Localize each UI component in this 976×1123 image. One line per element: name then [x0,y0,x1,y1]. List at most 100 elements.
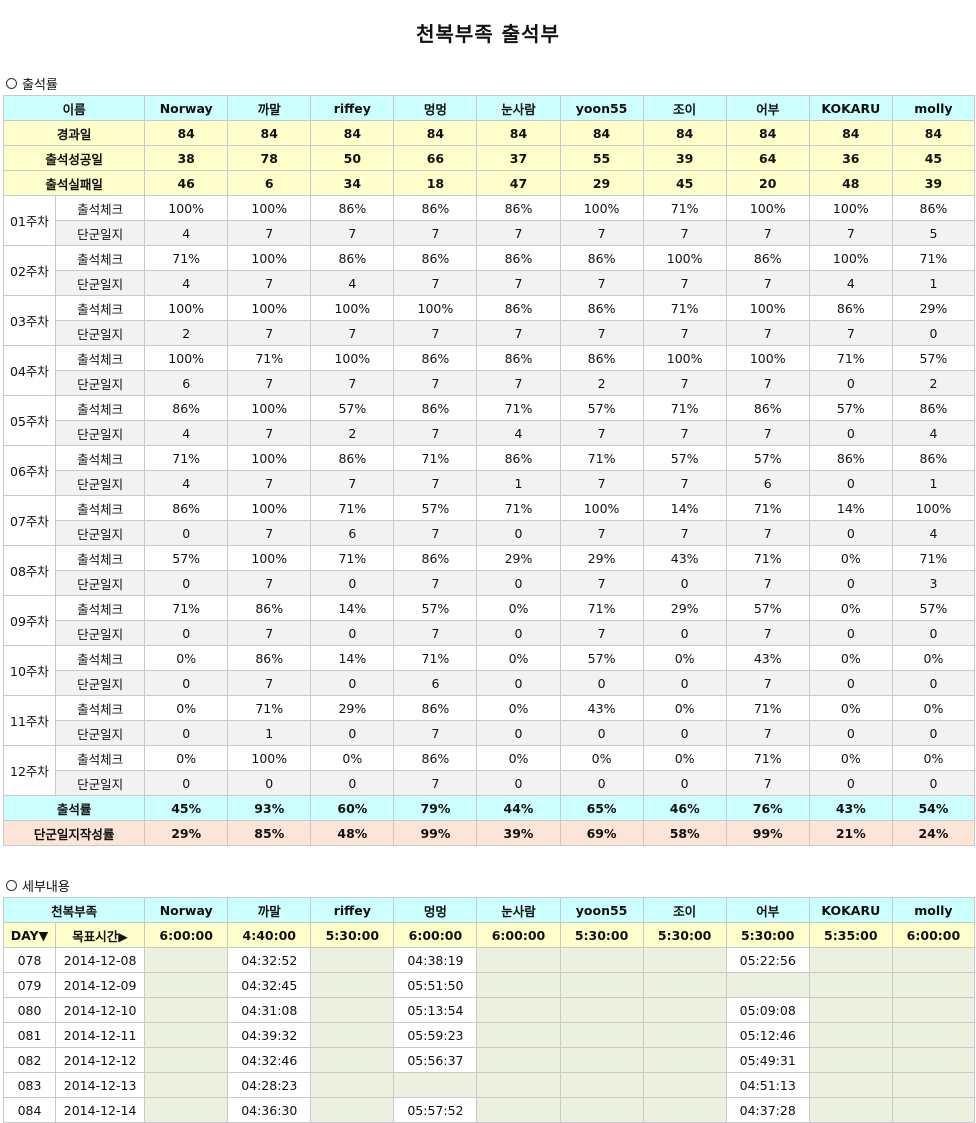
wake-time [393,1072,478,1098]
attendance-rate-value: 93% [227,795,312,821]
day-row: 079 2014-12-09 04:32:45 05:51:50 [2,972,976,998]
log-value: 0 [144,620,229,646]
detail-header-row: 천복부족 Norway 까말 riffey 멍멍 눈사람 yoon55 조이 어부 KOKARU m… [2,897,976,923]
check-label: 출석체크 [55,245,146,271]
check-value: 0% [642,645,727,671]
wake-time [476,1072,561,1098]
log-value: 0 [642,770,727,796]
log-rate-value: 48% [310,820,395,846]
check-value: 100% [310,345,395,371]
week-log-row: 단군일지 0 1 0 7 0 0 0 7 0 0 [4,720,976,746]
check-value: 71% [227,695,312,721]
wake-time [808,947,893,973]
log-value: 0 [808,770,893,796]
member-header: 눈사람 [476,95,561,121]
log-value: 5 [891,220,976,246]
week-label: 07주차 [2,495,57,546]
summary-value: 37 [476,145,561,171]
week-log-row: 단군일지 0 7 0 6 0 0 0 7 0 0 [4,670,976,696]
check-value: 86% [310,245,395,271]
check-value: 86% [559,345,644,371]
check-value: 71% [891,545,976,571]
check-value: 86% [393,195,478,221]
check-value: 29% [891,295,976,321]
week-label: 06주차 [2,445,57,496]
log-label: 단군일지 [55,620,146,646]
check-value: 57% [559,645,644,671]
week-log-row: 단군일지 4 7 4 7 7 7 7 7 4 1 [4,270,976,296]
log-value: 0 [144,770,229,796]
log-value: 0 [144,520,229,546]
wake-time [808,997,893,1023]
wake-time [310,947,395,973]
week-log-row: 단군일지 4 7 2 7 4 7 7 7 0 4 [4,420,976,446]
week-label: 02주차 [2,245,57,296]
day-row: 078 2014-12-08 04:32:52 04:38:19 05:22:56 [2,947,976,973]
log-label: 단군일지 [55,370,146,396]
wake-time [808,1022,893,1048]
log-value: 6 [725,470,810,496]
attendance-rate-row: 출석률 45% 93% 60% 79% 44% 65% 46% 76% 43% 54% [2,795,976,821]
summary-value: 64 [725,145,810,171]
summary-value: 84 [559,120,644,146]
day-row: 084 2014-12-14 04:36:30 05:57:52 04:37:28 [2,1097,976,1123]
attendance-rate-value: 46% [642,795,727,821]
check-value: 0% [808,745,893,771]
member-header: molly [891,95,976,121]
week-label: 08주차 [2,545,57,596]
check-value: 43% [725,645,810,671]
log-value: 7 [808,320,893,346]
wake-time [559,997,644,1023]
day-number: 079 [2,972,57,998]
check-value: 57% [559,395,644,421]
summary-value: 84 [144,120,229,146]
wake-time: 05:22:56 [725,947,810,973]
check-value: 14% [310,595,395,621]
check-value: 100% [227,545,312,571]
check-value: 57% [725,445,810,471]
section-detail-text: 세부내용 [22,880,70,895]
log-value: 0 [227,770,312,796]
log-value: 7 [227,270,312,296]
check-value: 43% [642,545,727,571]
check-label: 출석체크 [55,695,146,721]
wake-time [310,997,395,1023]
week-label: 09주차 [2,595,57,646]
check-value: 100% [891,495,976,521]
wake-time: 04:38:19 [393,947,478,973]
log-value: 4 [144,270,229,296]
log-value: 7 [725,370,810,396]
check-value: 29% [642,595,727,621]
day-row: 081 2014-12-11 04:39:32 05:59:23 05:12:46 [2,1022,976,1048]
check-value: 71% [393,445,478,471]
check-value: 100% [227,195,312,221]
check-value: 0% [559,745,644,771]
log-value: 7 [725,220,810,246]
log-value: 3 [891,570,976,596]
day-row: 080 2014-12-10 04:31:08 05:13:54 05:09:08 [2,997,976,1023]
log-value: 7 [642,320,727,346]
wake-time [310,1072,395,1098]
wake-time: 04:28:23 [227,1072,312,1098]
check-value: 71% [808,345,893,371]
check-value: 86% [310,195,395,221]
check-value: 29% [310,695,395,721]
log-value: 7 [393,520,478,546]
week-check-row: 12주차 출석체크 0% 100% 0% 86% 0% 0% 0% 71% 0% 0% [2,745,976,796]
log-rate-value: 39% [476,820,561,846]
check-value: 100% [144,345,229,371]
summary-value: 45 [642,170,727,196]
check-value: 86% [476,295,561,321]
check-value: 71% [393,645,478,671]
wake-time: 04:32:52 [227,947,312,973]
check-value: 86% [393,395,478,421]
wake-time [144,997,229,1023]
log-value: 1 [891,270,976,296]
header-name-cell: 이름 [2,95,146,121]
circle-bullet-icon [6,880,17,891]
attendance-rate-value: 60% [310,795,395,821]
log-value: 7 [559,470,644,496]
check-value: 86% [310,445,395,471]
log-value: 7 [559,570,644,596]
check-value: 100% [725,295,810,321]
